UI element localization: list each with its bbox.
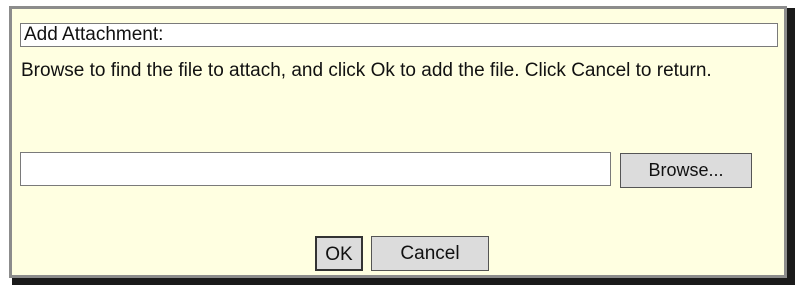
dialog-instructions: Browse to find the file to attach, and c… (21, 60, 712, 81)
add-attachment-dialog: Add Attachment: Browse to find the file … (9, 6, 787, 278)
page: Add Attachment: Browse to find the file … (0, 0, 799, 289)
dialog-title: Add Attachment: (20, 23, 778, 47)
cancel-button[interactable]: Cancel (371, 236, 489, 271)
ok-button[interactable]: OK (315, 236, 363, 271)
file-path-input[interactable] (20, 152, 611, 186)
browse-button[interactable]: Browse... (620, 153, 752, 188)
dialog-shadow-right (786, 8, 795, 280)
